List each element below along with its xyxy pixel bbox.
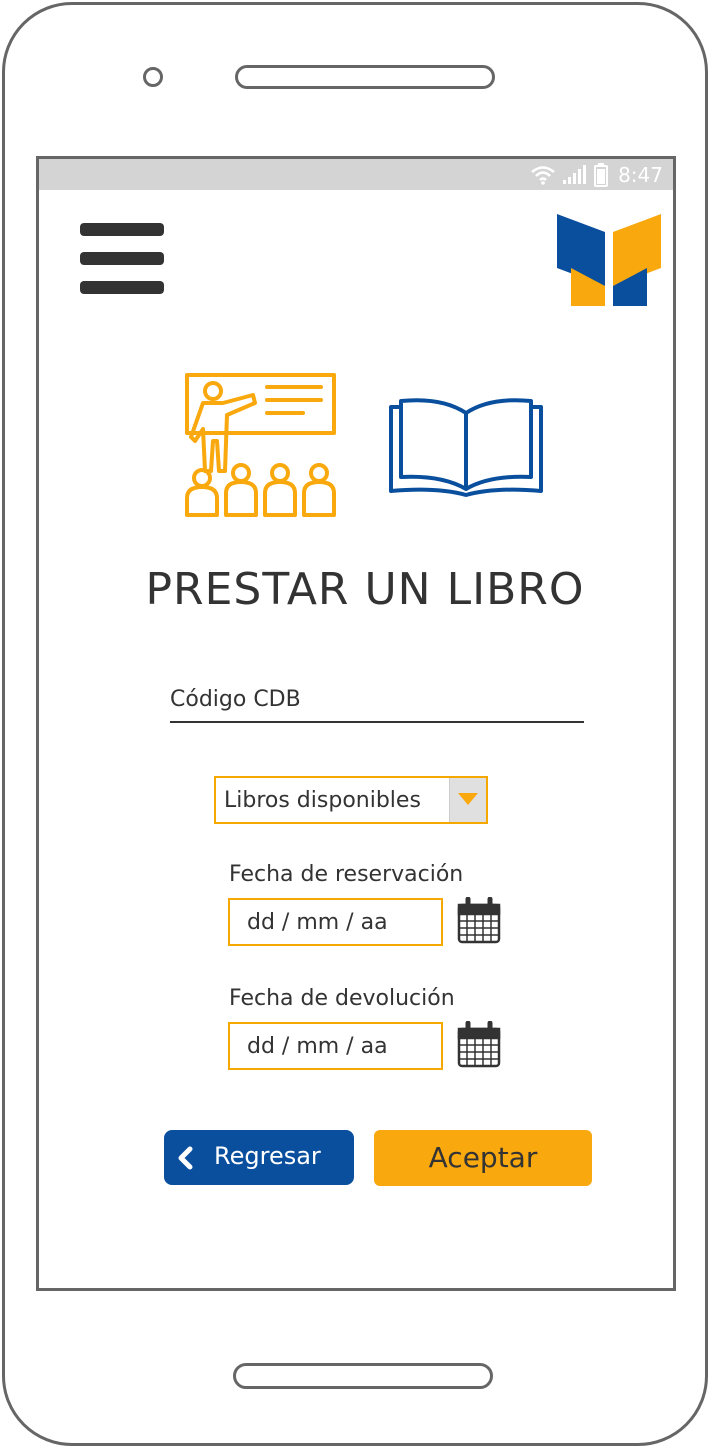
books-dropdown[interactable]: Libros disponibles <box>214 776 488 824</box>
hamburger-menu-icon[interactable] <box>80 223 164 295</box>
return-date-input[interactable] <box>228 1022 443 1070</box>
books-dropdown-value: Libros disponibles <box>224 788 421 813</box>
home-button[interactable] <box>233 1363 493 1389</box>
teacher-classroom-icon <box>185 373 336 517</box>
wifi-icon <box>531 166 555 185</box>
status-bar: 8:47 <box>39 159 673 190</box>
reservation-date-input[interactable] <box>228 898 443 946</box>
reservation-date-label: Fecha de reservación <box>229 862 464 887</box>
accept-button-label: Aceptar <box>428 1141 538 1174</box>
signal-icon <box>563 165 587 184</box>
calendar-icon[interactable] <box>456 1021 502 1069</box>
open-book-icon <box>389 398 543 497</box>
calendar-icon[interactable] <box>456 897 502 945</box>
dropdown-toggle[interactable] <box>449 778 486 822</box>
page-title: PRESTAR UN LIBRO <box>145 564 585 615</box>
accept-button[interactable]: Aceptar <box>374 1130 592 1186</box>
chevron-down-icon <box>458 793 478 805</box>
front-camera <box>143 67 163 87</box>
codigo-cdb-input[interactable] <box>170 677 584 723</box>
status-icons: 8:47 <box>530 162 663 188</box>
back-button[interactable]: Regresar <box>164 1130 354 1185</box>
battery-icon <box>594 163 609 187</box>
chevron-left-icon <box>178 1146 193 1170</box>
return-date-label: Fecha de devolución <box>229 986 455 1011</box>
earpiece-speaker <box>235 65 495 89</box>
status-time: 8:47 <box>618 163 663 187</box>
back-button-label: Regresar <box>214 1142 321 1170</box>
phone-screen: 8:47 PRESTAR UN LIBRO Libros <box>36 156 676 1291</box>
app-book-logo <box>557 214 661 306</box>
